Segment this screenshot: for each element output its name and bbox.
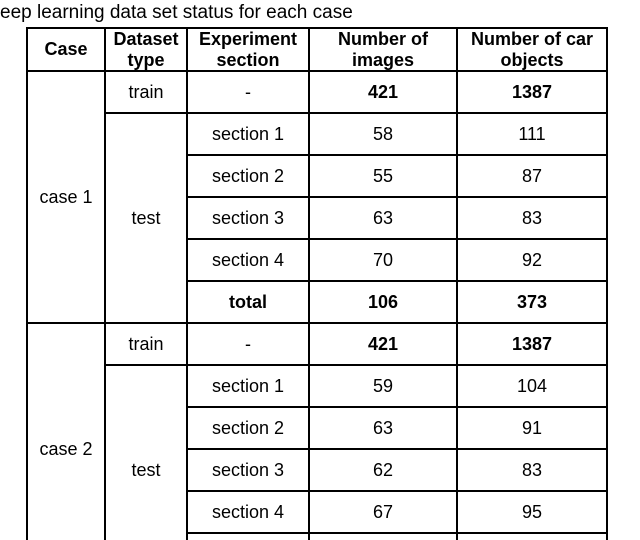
- cell-num-objects: 373: [457, 533, 607, 540]
- cell-num-images: 59: [309, 365, 457, 407]
- cell-experiment-section: -: [187, 71, 309, 113]
- table-row: case 2 train - 421 1387: [27, 323, 607, 365]
- cell-num-images: 55: [309, 155, 457, 197]
- cell-case-label: case 2: [27, 323, 105, 540]
- cell-dataset-type: train: [105, 71, 187, 113]
- cell-total-label: total: [187, 281, 309, 323]
- cell-num-objects: 373: [457, 281, 607, 323]
- cell-dataset-type: train: [105, 323, 187, 365]
- cell-experiment-section: -: [187, 323, 309, 365]
- cell-experiment-section: section 4: [187, 491, 309, 533]
- cell-experiment-section: section 3: [187, 449, 309, 491]
- col-header-experiment: Experiment section: [187, 28, 309, 71]
- cell-num-images: 421: [309, 71, 457, 113]
- cell-num-objects: 91: [457, 407, 607, 449]
- col-header-num-objects: Number of car objects: [457, 28, 607, 71]
- cell-num-images: 70: [309, 239, 457, 281]
- cell-num-images: 62: [309, 449, 457, 491]
- cell-dataset-type: test: [105, 113, 187, 323]
- cell-experiment-section: section 1: [187, 365, 309, 407]
- table-caption: eep learning data set status for each ca…: [0, 2, 640, 24]
- cell-num-objects: 92: [457, 239, 607, 281]
- cell-dataset-type: test: [105, 365, 187, 540]
- col-header-num-images: Number of images: [309, 28, 457, 71]
- cell-num-objects: 83: [457, 449, 607, 491]
- cell-experiment-section: section 2: [187, 155, 309, 197]
- table-header-row: Case Dataset type Experiment section Num…: [27, 28, 607, 71]
- col-header-case: Case: [27, 28, 105, 71]
- cell-experiment-section: section 2: [187, 407, 309, 449]
- cell-num-images: 63: [309, 407, 457, 449]
- cell-experiment-section: section 3: [187, 197, 309, 239]
- cell-experiment-section: section 4: [187, 239, 309, 281]
- cell-num-objects: 1387: [457, 71, 607, 113]
- cell-num-images: 58: [309, 113, 457, 155]
- cell-num-objects: 95: [457, 491, 607, 533]
- cell-num-images: 106: [309, 281, 457, 323]
- table-row: test section 1 58 111: [27, 113, 607, 155]
- dataset-status-table: Case Dataset type Experiment section Num…: [26, 27, 608, 540]
- table-row: test section 1 59 104: [27, 365, 607, 407]
- cell-num-objects: 104: [457, 365, 607, 407]
- cell-num-objects: 87: [457, 155, 607, 197]
- cell-experiment-section: section 1: [187, 113, 309, 155]
- cell-case-label: case 1: [27, 71, 105, 323]
- cell-total-label: total: [187, 533, 309, 540]
- cell-num-images: 421: [309, 323, 457, 365]
- cell-num-objects: 83: [457, 197, 607, 239]
- cell-num-objects: 111: [457, 113, 607, 155]
- cell-num-images: 106: [309, 533, 457, 540]
- cell-num-images: 63: [309, 197, 457, 239]
- table-row: case 1 train - 421 1387: [27, 71, 607, 113]
- cell-num-objects: 1387: [457, 323, 607, 365]
- col-header-dataset-type: Dataset type: [105, 28, 187, 71]
- cell-num-images: 67: [309, 491, 457, 533]
